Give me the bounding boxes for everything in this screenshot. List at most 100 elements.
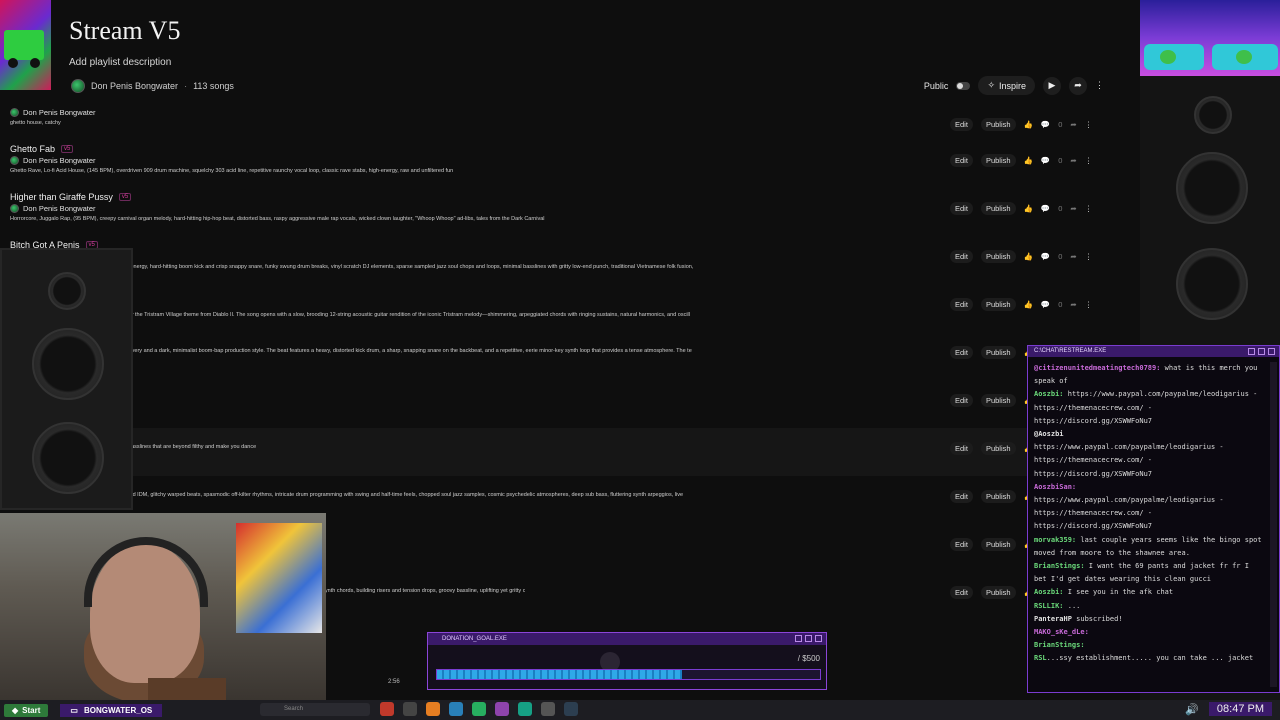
song-owner[interactable]: Don Penis Bongwater — [10, 108, 96, 117]
start-button[interactable]: ◆ Start — [4, 703, 49, 717]
song-title[interactable]: Ghetto Fab v5 — [10, 144, 74, 154]
taskbar-search[interactable]: Search — [260, 703, 370, 716]
owner-avatar[interactable] — [10, 156, 19, 165]
thumbs-up-icon[interactable]: 👍 — [1024, 156, 1033, 165]
thumbs-up-icon[interactable]: 👍 — [1024, 204, 1033, 213]
app-icon[interactable] — [380, 702, 394, 716]
publish-button[interactable]: Publish — [980, 490, 1016, 503]
thumbs-up-icon[interactable]: 👍 — [1024, 120, 1033, 129]
edit-button[interactable]: Edit — [950, 442, 973, 455]
publish-button[interactable]: Publish — [980, 538, 1016, 551]
song-row[interactable]: ver Edit Publish 👍 💬 0 ➦ ⋮ — [0, 380, 1140, 428]
edit-button[interactable]: Edit — [950, 298, 973, 311]
song-row[interactable]: dy poppin, melodies that get stuck in yo… — [0, 428, 1140, 476]
share-icon[interactable]: ➦ — [1070, 156, 1076, 165]
minimize-icon[interactable] — [795, 635, 802, 642]
more-options-icon[interactable]: ⋮ — [1085, 300, 1093, 309]
thumbs-up-icon[interactable]: 👍 — [1024, 300, 1033, 309]
comment-icon[interactable]: 💬 — [1041, 120, 1050, 129]
more-options-icon[interactable]: ⋮ — [1085, 204, 1093, 213]
app-icon[interactable] — [518, 702, 532, 716]
song-actions: Edit Publish 👍 💬 0 ➦ ⋮ — [950, 154, 1092, 167]
song-title[interactable]: Higher than Giraffe Pussy v5 — [10, 192, 132, 202]
publish-button[interactable]: Publish — [980, 346, 1016, 359]
share-icon[interactable]: ➦ — [1070, 120, 1076, 129]
owner-avatar[interactable] — [71, 79, 85, 93]
edit-button[interactable]: Edit — [950, 394, 973, 407]
more-options-icon[interactable]: ⋮ — [1095, 80, 1104, 91]
publish-button[interactable]: Publish — [980, 250, 1016, 263]
app-icon[interactable] — [449, 702, 463, 716]
edit-button[interactable]: Edit — [950, 154, 973, 167]
song-row[interactable]: Higher than Giraffe Pussy v5 Don Penis Bon… — [0, 188, 1140, 236]
owner-avatar[interactable] — [10, 108, 19, 117]
song-owner[interactable]: Don Penis Bongwater — [10, 156, 96, 165]
thumbs-up-icon[interactable]: 👍 — [1024, 252, 1033, 261]
publish-button[interactable]: Publish — [980, 154, 1016, 167]
chat-username[interactable]: morvak359: — [1034, 536, 1076, 544]
publish-button[interactable]: Publish — [980, 202, 1016, 215]
app-icon[interactable] — [564, 702, 578, 716]
publish-button[interactable]: Publish — [980, 118, 1016, 131]
maximize-icon[interactable] — [805, 635, 812, 642]
edit-button[interactable]: Edit — [950, 118, 973, 131]
public-toggle[interactable] — [956, 81, 971, 90]
song-row[interactable]: aracterized by a fast-paced, aggressive … — [0, 332, 1140, 380]
chat-username[interactable]: RSLLIK: — [1034, 602, 1064, 610]
chat-username[interactable]: @citizenunitedmeatingtech0789: — [1034, 364, 1160, 372]
chat-username[interactable]: BrianStings: — [1034, 562, 1085, 570]
chat-username[interactable]: @Aoszbi — [1034, 430, 1064, 438]
volume-icon[interactable]: 🔊 — [1185, 703, 1199, 716]
minimize-icon[interactable] — [1248, 348, 1255, 355]
playlist-title[interactable]: Stream V5 — [69, 16, 180, 46]
chat-scrollbar[interactable] — [1270, 362, 1277, 687]
share-icon[interactable]: ➦ — [1070, 300, 1076, 309]
song-row[interactable]: Bitch Got A Penis v5 om bap banger, classi… — [0, 236, 1140, 284]
close-icon[interactable] — [815, 635, 822, 642]
app-icon[interactable] — [426, 702, 440, 716]
share-icon[interactable]: ➦ — [1070, 252, 1076, 261]
app-icon[interactable] — [472, 702, 486, 716]
edit-button[interactable]: Edit — [950, 202, 973, 215]
app-icon[interactable] — [403, 702, 417, 716]
inspire-button[interactable]: ✧ Inspire — [978, 76, 1035, 95]
taskbar-app-bongwater-os[interactable]: ▭ BONGWATER_OS — [60, 703, 163, 717]
playlist-cover-image[interactable] — [0, 0, 51, 90]
publish-button[interactable]: Publish — [980, 394, 1016, 407]
comment-icon[interactable]: 💬 — [1041, 156, 1050, 165]
edit-button[interactable]: Edit — [950, 538, 973, 551]
chat-username[interactable]: Aoszbi: — [1034, 588, 1064, 596]
publish-button[interactable]: Publish — [980, 586, 1016, 599]
comment-icon[interactable]: 💬 — [1041, 204, 1050, 213]
chat-username[interactable]: BrianStings: — [1034, 641, 1085, 649]
more-options-icon[interactable]: ⋮ — [1085, 156, 1093, 165]
chat-username[interactable]: MAKO_sKe_dLe: — [1034, 628, 1089, 636]
edit-button[interactable]: Edit — [950, 250, 973, 263]
song-row[interactable]: Ghetto Fab v5 Don Penis Bongwater Ghetto Ra… — [0, 140, 1140, 188]
maximize-icon[interactable] — [1258, 348, 1265, 355]
close-icon[interactable] — [1268, 348, 1275, 355]
chat-username[interactable]: AoszbiSan: — [1034, 483, 1076, 491]
app-icon[interactable] — [541, 702, 555, 716]
publish-button[interactable]: Publish — [980, 442, 1016, 455]
chat-username[interactable]: PanteraHP — [1034, 615, 1072, 623]
owner-avatar[interactable] — [10, 204, 19, 213]
play-button[interactable]: ▶ — [1043, 76, 1061, 95]
publish-button[interactable]: Publish — [980, 298, 1016, 311]
song-owner[interactable]: Don Penis Bongwater — [10, 204, 96, 213]
chat-username[interactable]: RSL — [1034, 654, 1047, 662]
more-options-icon[interactable]: ⋮ — [1085, 120, 1093, 129]
playlist-description[interactable]: Add playlist description — [69, 57, 171, 68]
comment-icon[interactable]: 💬 — [1041, 300, 1050, 309]
edit-button[interactable]: Edit — [950, 586, 973, 599]
comment-icon[interactable]: 💬 — [1041, 252, 1050, 261]
share-button[interactable]: ➦ — [1069, 76, 1087, 95]
song-row[interactable]: nix)v5Coverstrumental with a haunting in… — [0, 284, 1140, 332]
more-options-icon[interactable]: ⋮ — [1085, 252, 1093, 261]
edit-button[interactable]: Edit — [950, 346, 973, 359]
owner-name[interactable]: Don Penis Bongwater — [91, 81, 178, 91]
edit-button[interactable]: Edit — [950, 490, 973, 503]
app-icon[interactable] — [495, 702, 509, 716]
chat-username[interactable]: Aoszbi: — [1034, 390, 1064, 398]
share-icon[interactable]: ➦ — [1070, 204, 1076, 213]
